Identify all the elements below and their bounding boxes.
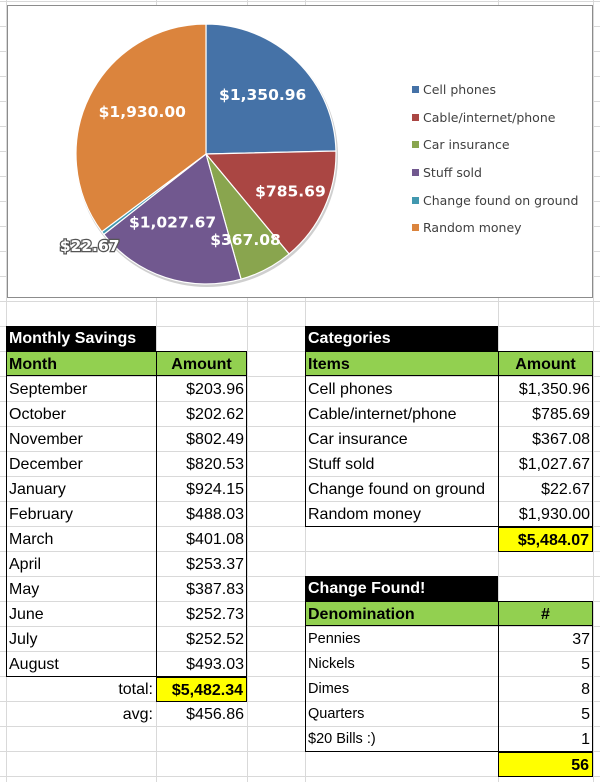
pie-data-label: $22.67	[60, 237, 120, 255]
avg-label: avg:	[122, 706, 153, 723]
pie-chart[interactable]: $1,350.96 $785.69 $367.08 $1,027.67 $22.67 $1…	[7, 5, 593, 298]
categories-total-cell[interactable]: $5,484.07	[498, 527, 593, 552]
month-cell[interactable]: September	[6, 377, 156, 402]
category-amount-cell[interactable]: $1,350.96	[498, 377, 593, 402]
total-label: total:	[118, 681, 153, 698]
legend-label: Stuff sold	[423, 165, 482, 181]
amount-cell[interactable]: $488.03	[156, 502, 247, 527]
denomination-cell[interactable]: Quarters	[305, 702, 498, 727]
legend-swatch-icon	[412, 141, 419, 149]
month-cell[interactable]: October	[6, 402, 156, 427]
amount-cell[interactable]: $387.83	[156, 577, 247, 602]
amount-cell[interactable]: $802.49	[156, 427, 247, 452]
denomination-cell[interactable]: $20 Bills :)	[305, 727, 498, 752]
legend-item[interactable]: Stuff sold	[412, 159, 578, 187]
month-cell[interactable]: June	[6, 602, 156, 627]
legend-swatch-icon	[412, 169, 419, 177]
amount-cell[interactable]: $820.53	[156, 452, 247, 477]
amount-cell[interactable]: $203.96	[156, 377, 247, 402]
grid-row-line	[0, 301, 600, 302]
denomination-header[interactable]: Denomination	[305, 601, 498, 626]
pie-data-label: $1,930.00	[99, 103, 186, 121]
category-amount-cell[interactable]: $22.67	[498, 477, 593, 502]
month-cell[interactable]: August	[6, 652, 156, 677]
denomination-cell[interactable]: Nickels	[305, 652, 498, 677]
amount-cell[interactable]: $252.73	[156, 602, 247, 627]
legend-swatch-icon	[412, 196, 419, 204]
chart-legend: Cell phones Cable/internet/phone Car insur…	[412, 76, 578, 242]
legend-label: Car insurance	[423, 137, 510, 153]
change-total-cell[interactable]: 56	[498, 752, 593, 777]
count-cell[interactable]: 37	[498, 627, 593, 652]
amount-cell[interactable]: $493.03	[156, 652, 247, 677]
category-item-cell[interactable]: Cell phones	[305, 377, 498, 402]
pie-data-label: $1,027.67	[129, 214, 216, 232]
legend-item[interactable]: Change found on ground	[412, 186, 578, 214]
category-amount-cell[interactable]: $1,930.00	[498, 502, 593, 527]
legend-label: Random money	[423, 220, 522, 236]
change-found-title: Change Found!	[305, 576, 498, 601]
category-item-cell[interactable]: Change found on ground	[305, 477, 498, 502]
category-item-cell[interactable]: Random money	[305, 502, 498, 527]
denomination-cell[interactable]: Pennies	[305, 627, 498, 652]
grid-row-line	[0, 1, 600, 2]
month-cell[interactable]: December	[6, 452, 156, 477]
items-header[interactable]: Items	[305, 351, 498, 376]
change-found-divider	[498, 601, 499, 752]
category-amount-cell[interactable]: $785.69	[498, 402, 593, 427]
month-cell[interactable]: November	[6, 427, 156, 452]
category-amount-cell[interactable]: $367.08	[498, 427, 593, 452]
count-header[interactable]: #	[498, 601, 593, 626]
amount-header[interactable]: Amount	[156, 351, 247, 376]
amount-cell[interactable]: $253.37	[156, 552, 247, 577]
category-amount-cell[interactable]: $1,027.67	[498, 452, 593, 477]
category-item-cell[interactable]: Car insurance	[305, 427, 498, 452]
monthly-avg-cell[interactable]: $456.86	[156, 702, 247, 727]
month-cell[interactable]: May	[6, 577, 156, 602]
monthly-savings-title: Monthly Savings	[6, 326, 156, 351]
legend-label: Cable/internet/phone	[423, 109, 556, 125]
legend-item[interactable]: Cable/internet/phone	[412, 104, 578, 132]
category-item-cell[interactable]: Stuff sold	[305, 452, 498, 477]
denomination-cell[interactable]: Dimes	[305, 677, 498, 702]
pie-data-label: $1,350.96	[219, 86, 306, 104]
category-amount-header[interactable]: Amount	[498, 351, 593, 376]
pie-data-label: $367.08	[210, 231, 281, 249]
categories-title: Categories	[305, 326, 498, 351]
amount-cell[interactable]: $401.08	[156, 527, 247, 552]
legend-swatch-icon	[412, 224, 419, 232]
legend-swatch-icon	[412, 86, 419, 94]
legend-item[interactable]: Car insurance	[412, 131, 578, 159]
pie-data-label: $785.69	[255, 183, 326, 201]
legend-swatch-icon	[412, 113, 419, 121]
legend-label: Cell phones	[423, 82, 496, 98]
legend-item[interactable]: Cell phones	[412, 76, 578, 104]
count-cell[interactable]: 1	[498, 727, 593, 752]
legend-label: Change found on ground	[423, 192, 579, 208]
count-cell[interactable]: 8	[498, 677, 593, 702]
count-cell[interactable]: 5	[498, 702, 593, 727]
legend-item[interactable]: Random money	[412, 214, 578, 242]
amount-cell[interactable]: $202.62	[156, 402, 247, 427]
month-cell[interactable]: April	[6, 552, 156, 577]
amount-cell[interactable]: $924.15	[156, 477, 247, 502]
amount-cell[interactable]: $252.52	[156, 627, 247, 652]
count-cell[interactable]: 5	[498, 652, 593, 677]
category-item-cell[interactable]: Cable/internet/phone	[305, 402, 498, 427]
monthly-savings-divider	[156, 351, 157, 677]
month-cell[interactable]: January	[6, 477, 156, 502]
month-cell[interactable]: July	[6, 627, 156, 652]
categories-divider	[498, 351, 499, 527]
month-cell[interactable]: March	[6, 527, 156, 552]
monthly-total-cell[interactable]: $5,482.34	[156, 677, 247, 702]
month-header[interactable]: Month	[6, 351, 156, 376]
month-cell[interactable]: February	[6, 502, 156, 527]
